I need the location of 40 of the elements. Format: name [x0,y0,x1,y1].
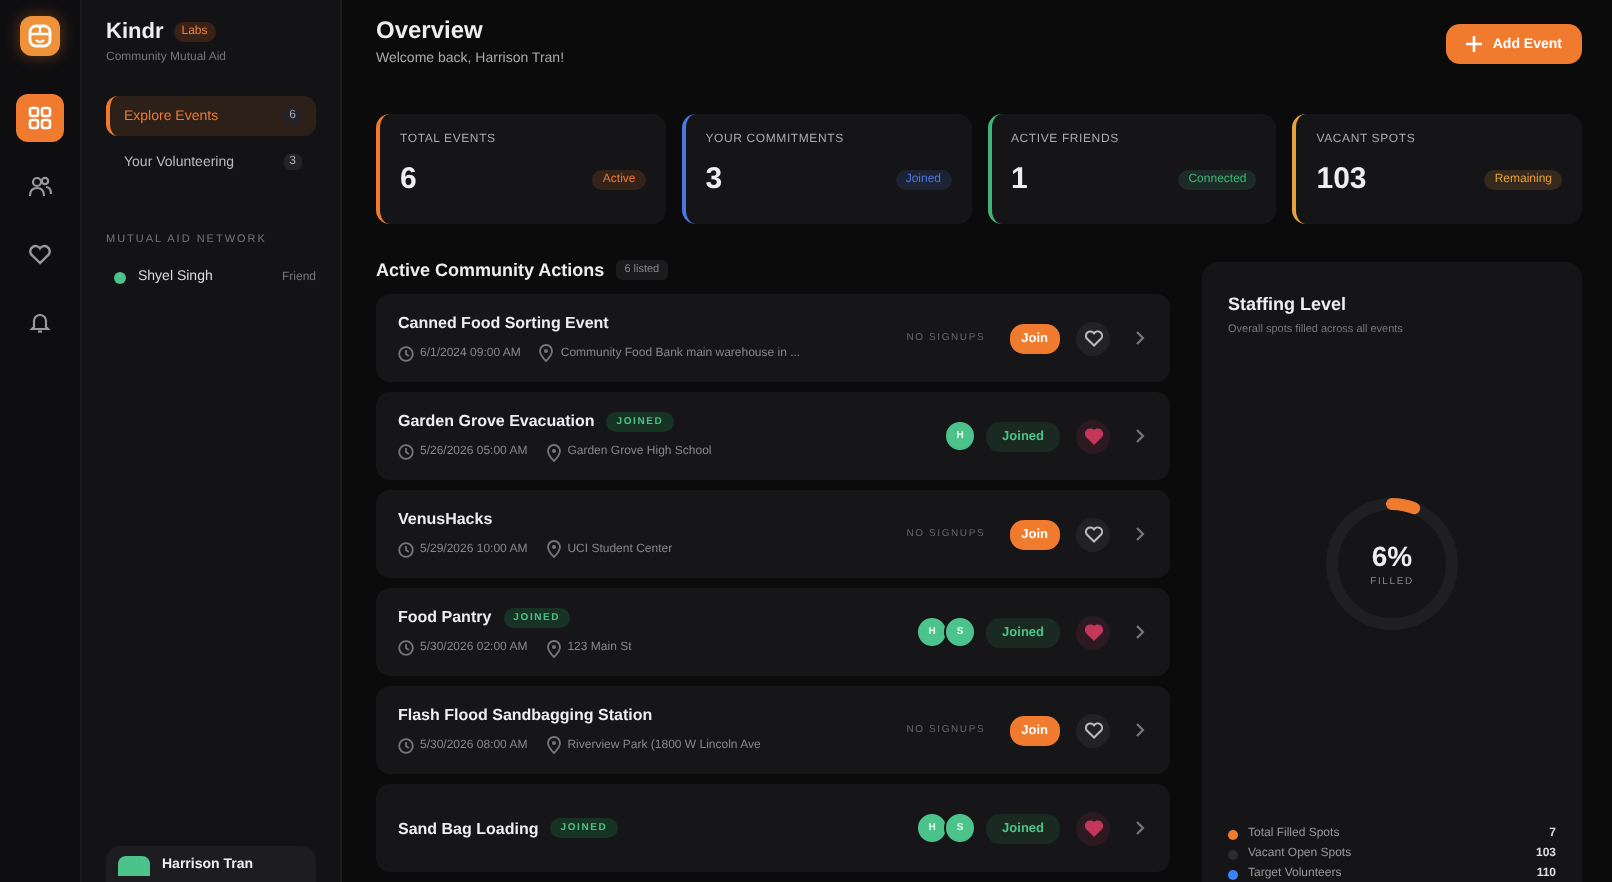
location-pin-icon [545,639,562,657]
favorite-button[interactable] [1076,321,1110,355]
heart-icon [1083,328,1103,348]
clock-icon [398,345,414,361]
percent-value: 6% [1371,540,1413,572]
event-title: Flash Flood Sandbagging Station [398,706,653,724]
event-title: Garden Grove Evacuation [398,412,595,430]
page-title: Overview [376,16,485,44]
heart-icon [1083,426,1103,446]
chevron-right-icon[interactable] [1134,330,1146,346]
logo-icon [20,16,60,56]
clock-icon [398,444,414,460]
plus-icon [1466,36,1483,52]
chevron-right-icon[interactable] [1134,820,1146,836]
brand-name: Kindr [106,20,164,44]
chevron-right-icon[interactable] [1134,526,1146,542]
clock-icon [398,640,414,656]
heart-icon [1083,524,1103,544]
location-pin-icon [545,443,562,461]
location-pin-icon [545,540,562,558]
section-title: Active Community Actions [376,259,605,279]
location-pin-icon [538,344,555,362]
chevron-right-icon[interactable] [1134,722,1146,738]
heart-icon [1083,818,1103,838]
favorite-button[interactable] [1076,517,1110,551]
chevron-right-icon[interactable] [1134,428,1146,444]
heart-icon [1083,622,1103,642]
location-pin-icon [545,736,562,754]
dashboard-icon[interactable] [16,94,64,142]
event-title: Food Pantry [398,608,492,626]
avatar-icon [118,856,150,876]
panel-title: Staffing Level [1228,294,1349,314]
chevron-right-icon[interactable] [1134,624,1146,640]
clock-icon [398,541,414,557]
event-title: Sand Bag Loading [398,819,539,837]
heart-icon [1083,720,1103,740]
clock-icon [398,737,414,753]
event-title: VenusHacks [398,510,493,528]
event-title: Canned Food Sorting Event [398,314,609,332]
favorite-button[interactable] [1076,713,1110,747]
